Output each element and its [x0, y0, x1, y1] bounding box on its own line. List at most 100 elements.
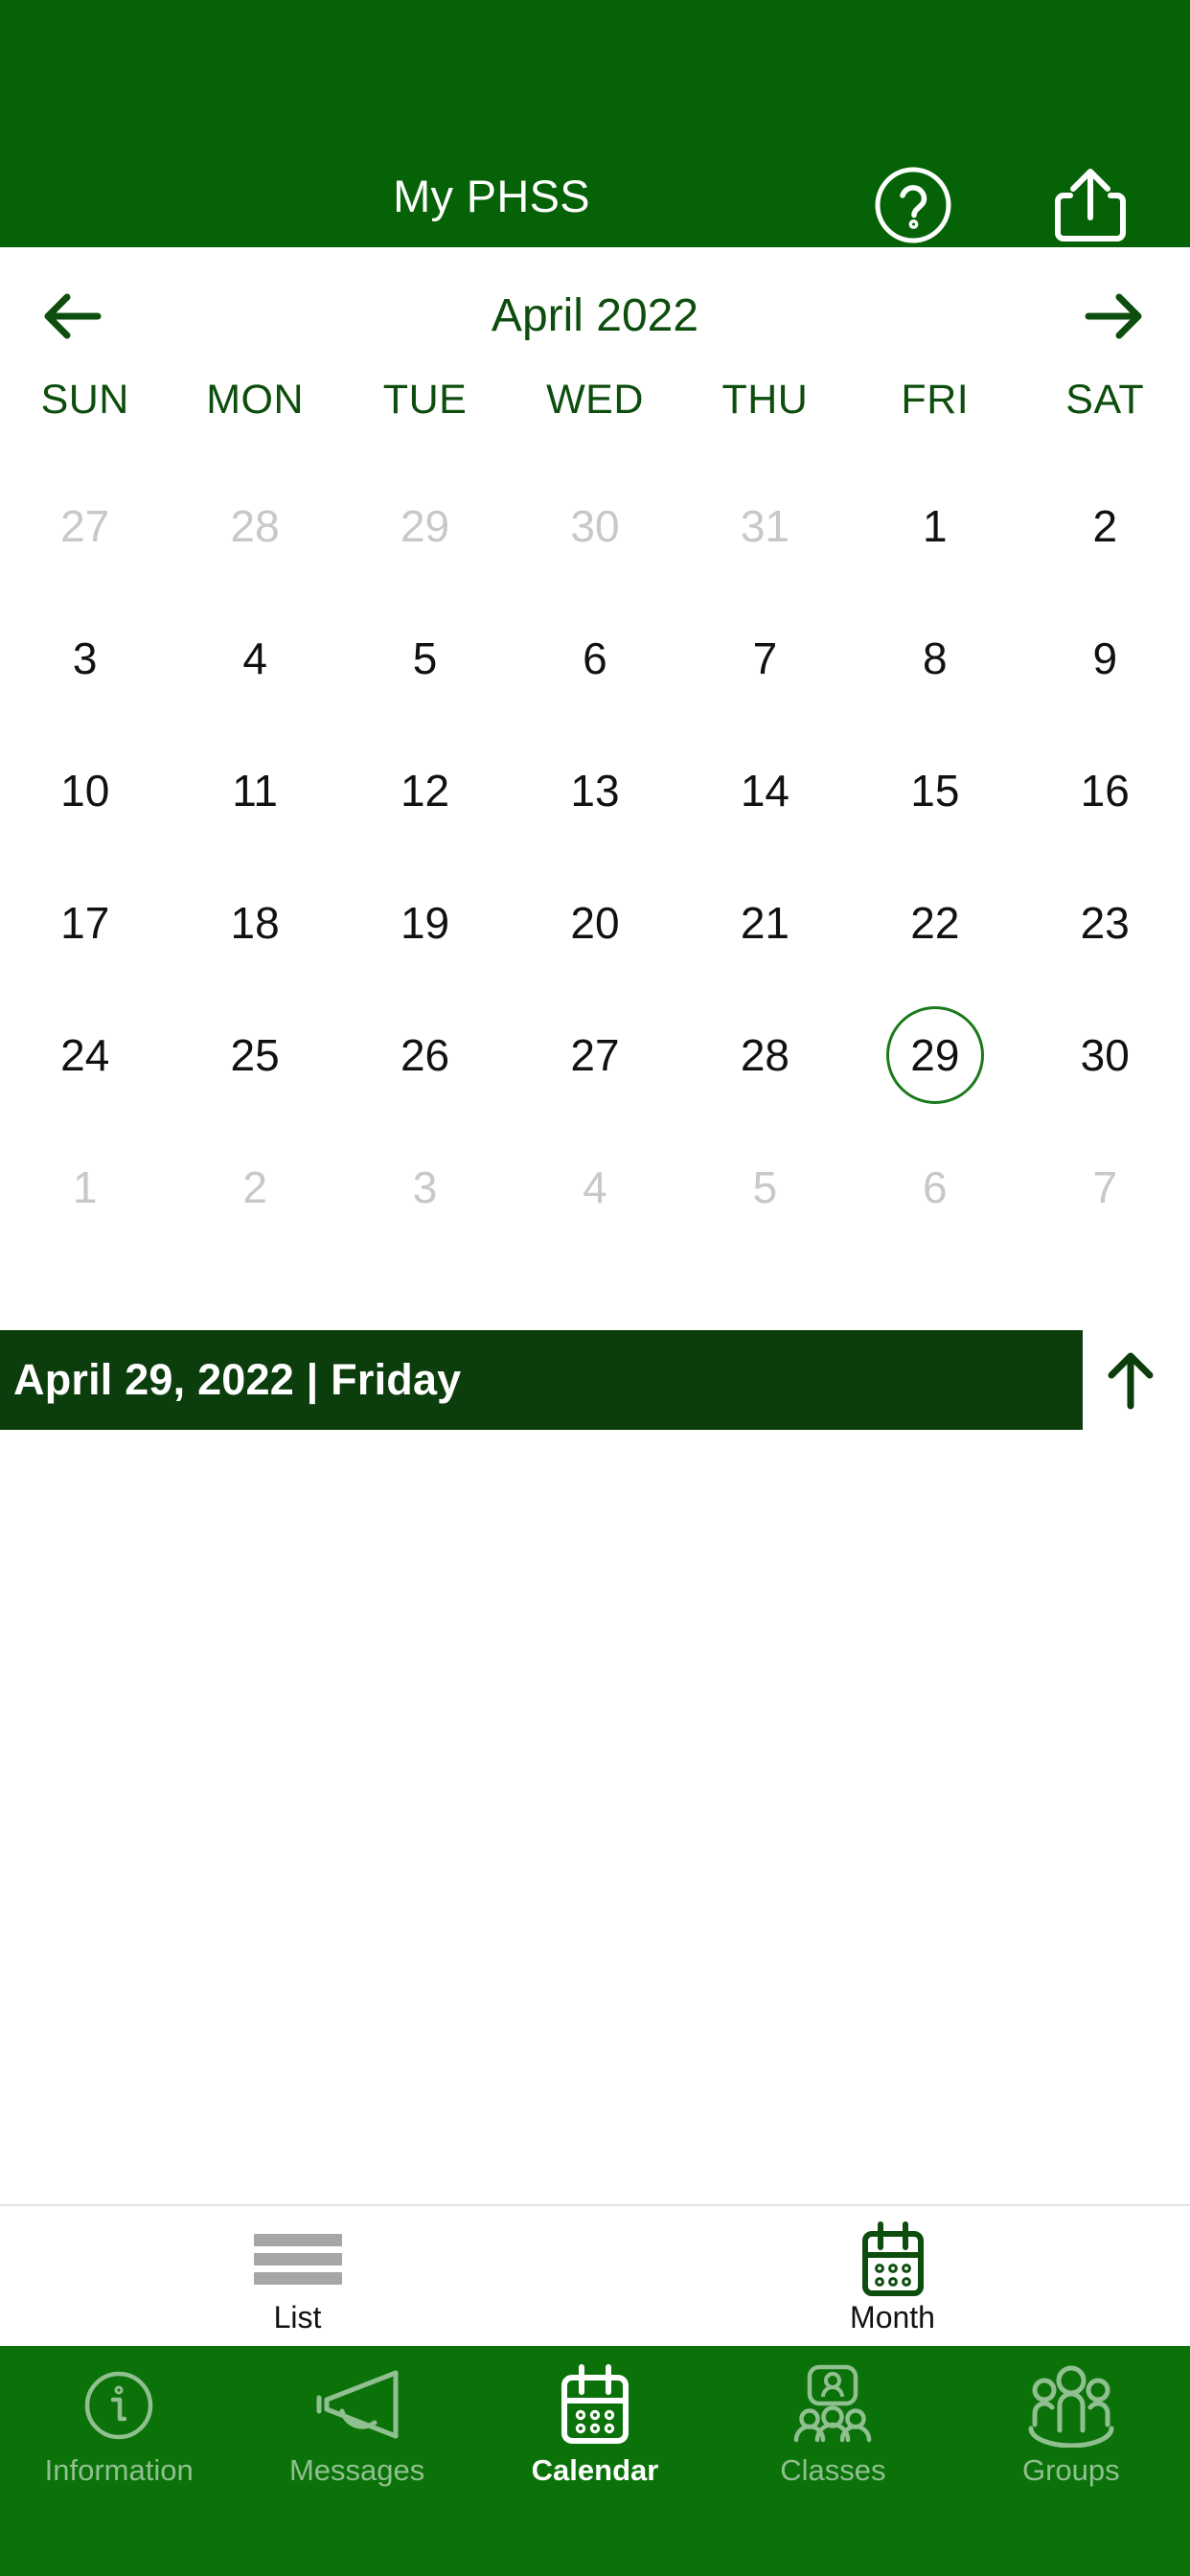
calendar-day-number: 26 — [400, 1030, 450, 1080]
calendar-day[interactable]: 13 — [510, 724, 679, 857]
help-button[interactable] — [867, 159, 958, 250]
calendar-day[interactable]: 11 — [170, 724, 339, 857]
list-lines-icon — [253, 2225, 342, 2294]
calendar-day-number: 7 — [1092, 1162, 1118, 1212]
calendar-day[interactable]: 22 — [850, 857, 1019, 989]
calendar-day[interactable]: 4 — [510, 1121, 679, 1254]
arrow-up-icon — [1108, 1352, 1154, 1410]
calendar-day-number: 20 — [570, 898, 620, 948]
calendar-day-number: 27 — [570, 1030, 620, 1080]
calendar-icon — [556, 2363, 634, 2448]
calendar-day[interactable]: 8 — [850, 592, 1019, 724]
tab-list[interactable]: List — [0, 2206, 595, 2348]
calendar-day[interactable]: 23 — [1020, 857, 1190, 989]
calendar-week-row: 3 4 5 6 7 8 9 — [0, 592, 1190, 724]
calendar-day[interactable]: 7 — [680, 592, 850, 724]
calendar-day-number: 5 — [412, 633, 438, 683]
calendar-day[interactable]: 28 — [170, 460, 339, 592]
calendar-day-number: 5 — [752, 1162, 778, 1212]
selected-date-banner[interactable]: April 29, 2022 | Friday — [0, 1330, 1083, 1430]
weekday-sun: SUN — [40, 377, 129, 423]
month-title: April 2022 — [491, 290, 699, 341]
nav-item-groups[interactable]: Groups — [952, 2363, 1190, 2488]
nav-item-messages[interactable]: Messages — [238, 2363, 475, 2488]
calendar-day[interactable]: 12 — [340, 724, 510, 857]
calendar-day-number: 4 — [242, 633, 267, 683]
calendar-day[interactable]: 24 — [0, 989, 170, 1121]
nav-item-calendar[interactable]: Calendar — [476, 2363, 714, 2488]
nav-item-classes[interactable]: Classes — [714, 2363, 951, 2488]
calendar-day[interactable]: 9 — [1020, 592, 1190, 724]
calendar-day[interactable]: 5 — [340, 592, 510, 724]
calendar-day-number: 18 — [230, 898, 280, 948]
calendar-day[interactable]: 16 — [1020, 724, 1190, 857]
share-button[interactable] — [1044, 159, 1135, 250]
calendar-day-number: 17 — [60, 898, 110, 948]
calendar-day[interactable]: 25 — [170, 989, 339, 1121]
calendar-day[interactable]: 18 — [170, 857, 339, 989]
person-group-icon — [790, 2363, 875, 2448]
calendar-day-number: 1 — [923, 501, 948, 551]
calendar-day[interactable]: 6 — [850, 1121, 1019, 1254]
calendar-day[interactable]: 19 — [340, 857, 510, 989]
tab-list-label: List — [273, 2299, 322, 2334]
calendar-day-number: 16 — [1080, 766, 1130, 816]
nav-item-information[interactable]: Information — [0, 2363, 238, 2488]
calendar-day-number: 24 — [60, 1030, 110, 1080]
calendar-day[interactable]: 29 — [340, 460, 510, 592]
calendar-day[interactable]: 2 — [1020, 460, 1190, 592]
calendar-day[interactable]: 20 — [510, 857, 679, 989]
calendar-day-number: 15 — [910, 766, 960, 816]
calendar-day-number: 10 — [60, 766, 110, 816]
calendar-week-row: 1 2 3 4 5 6 7 — [0, 1121, 1190, 1254]
calendar-day[interactable]: 1 — [850, 460, 1019, 592]
calendar-week-row: 10 11 12 13 14 15 16 — [0, 724, 1190, 857]
calendar-day-number: 9 — [1092, 633, 1118, 683]
calendar-day[interactable]: 17 — [0, 857, 170, 989]
nav-label-calendar: Calendar — [531, 2453, 659, 2487]
calendar-day[interactable]: 6 — [510, 592, 679, 724]
calendar-day-number: 13 — [570, 766, 620, 816]
next-month-button[interactable] — [1071, 273, 1157, 359]
calendar-day-number: 28 — [740, 1030, 790, 1080]
selected-date-label: April 29, 2022 | Friday — [13, 1355, 462, 1404]
calendar-day[interactable]: 27 — [0, 460, 170, 592]
tab-month[interactable]: Month — [595, 2206, 1190, 2348]
calendar-day[interactable]: 1 — [0, 1121, 170, 1254]
calendar-day[interactable]: 27 — [510, 989, 679, 1121]
collapse-calendar-button[interactable] — [1092, 1342, 1169, 1418]
calendar-day[interactable]: 2 — [170, 1121, 339, 1254]
calendar-day-number: 21 — [740, 898, 790, 948]
people-group-icon — [1025, 2363, 1117, 2448]
bottom-navigation: Information Messages Calendar Classes Gr… — [0, 2346, 1190, 2576]
calendar-day[interactable]: 14 — [680, 724, 850, 857]
calendar-day-number: 12 — [400, 766, 450, 816]
calendar-day[interactable]: 26 — [340, 989, 510, 1121]
share-upload-icon — [1054, 168, 1126, 242]
calendar-day-number: 11 — [232, 766, 279, 816]
help-circle-icon — [875, 167, 950, 242]
calendar-day[interactable]: 3 — [340, 1121, 510, 1254]
calendar-day-number: 14 — [740, 766, 790, 816]
calendar-day[interactable]: 21 — [680, 857, 850, 989]
nav-label-classes: Classes — [780, 2453, 886, 2487]
weekday-wed: WED — [546, 377, 644, 423]
calendar-day[interactable]: 7 — [1020, 1121, 1190, 1254]
calendar-grid: 27 28 29 30 31 1 2 3 4 5 6 7 8 9 10 11 12 13 14 15 16 17 18 19 2… — [0, 460, 1190, 1254]
calendar-day[interactable]: 5 — [680, 1121, 850, 1254]
calendar-day[interactable]: 10 — [0, 724, 170, 857]
calendar-day-number: 8 — [923, 633, 948, 683]
weekday-thu: THU — [721, 377, 809, 423]
calendar-day[interactable]: 15 — [850, 724, 1019, 857]
calendar-day-selected[interactable]: 29 — [850, 989, 1019, 1121]
calendar-day[interactable]: 31 — [680, 460, 850, 592]
calendar-day[interactable]: 30 — [1020, 989, 1190, 1121]
calendar-day-number: 30 — [1080, 1030, 1130, 1080]
calendar-day[interactable]: 28 — [680, 989, 850, 1121]
calendar-day[interactable]: 4 — [170, 592, 339, 724]
calendar-day[interactable]: 30 — [510, 460, 679, 592]
tab-month-label: Month — [850, 2299, 935, 2334]
nav-label-messages: Messages — [288, 2453, 425, 2487]
selected-date-banner-row: April 29, 2022 | Friday — [0, 1330, 1190, 1430]
calendar-day[interactable]: 3 — [0, 592, 170, 724]
